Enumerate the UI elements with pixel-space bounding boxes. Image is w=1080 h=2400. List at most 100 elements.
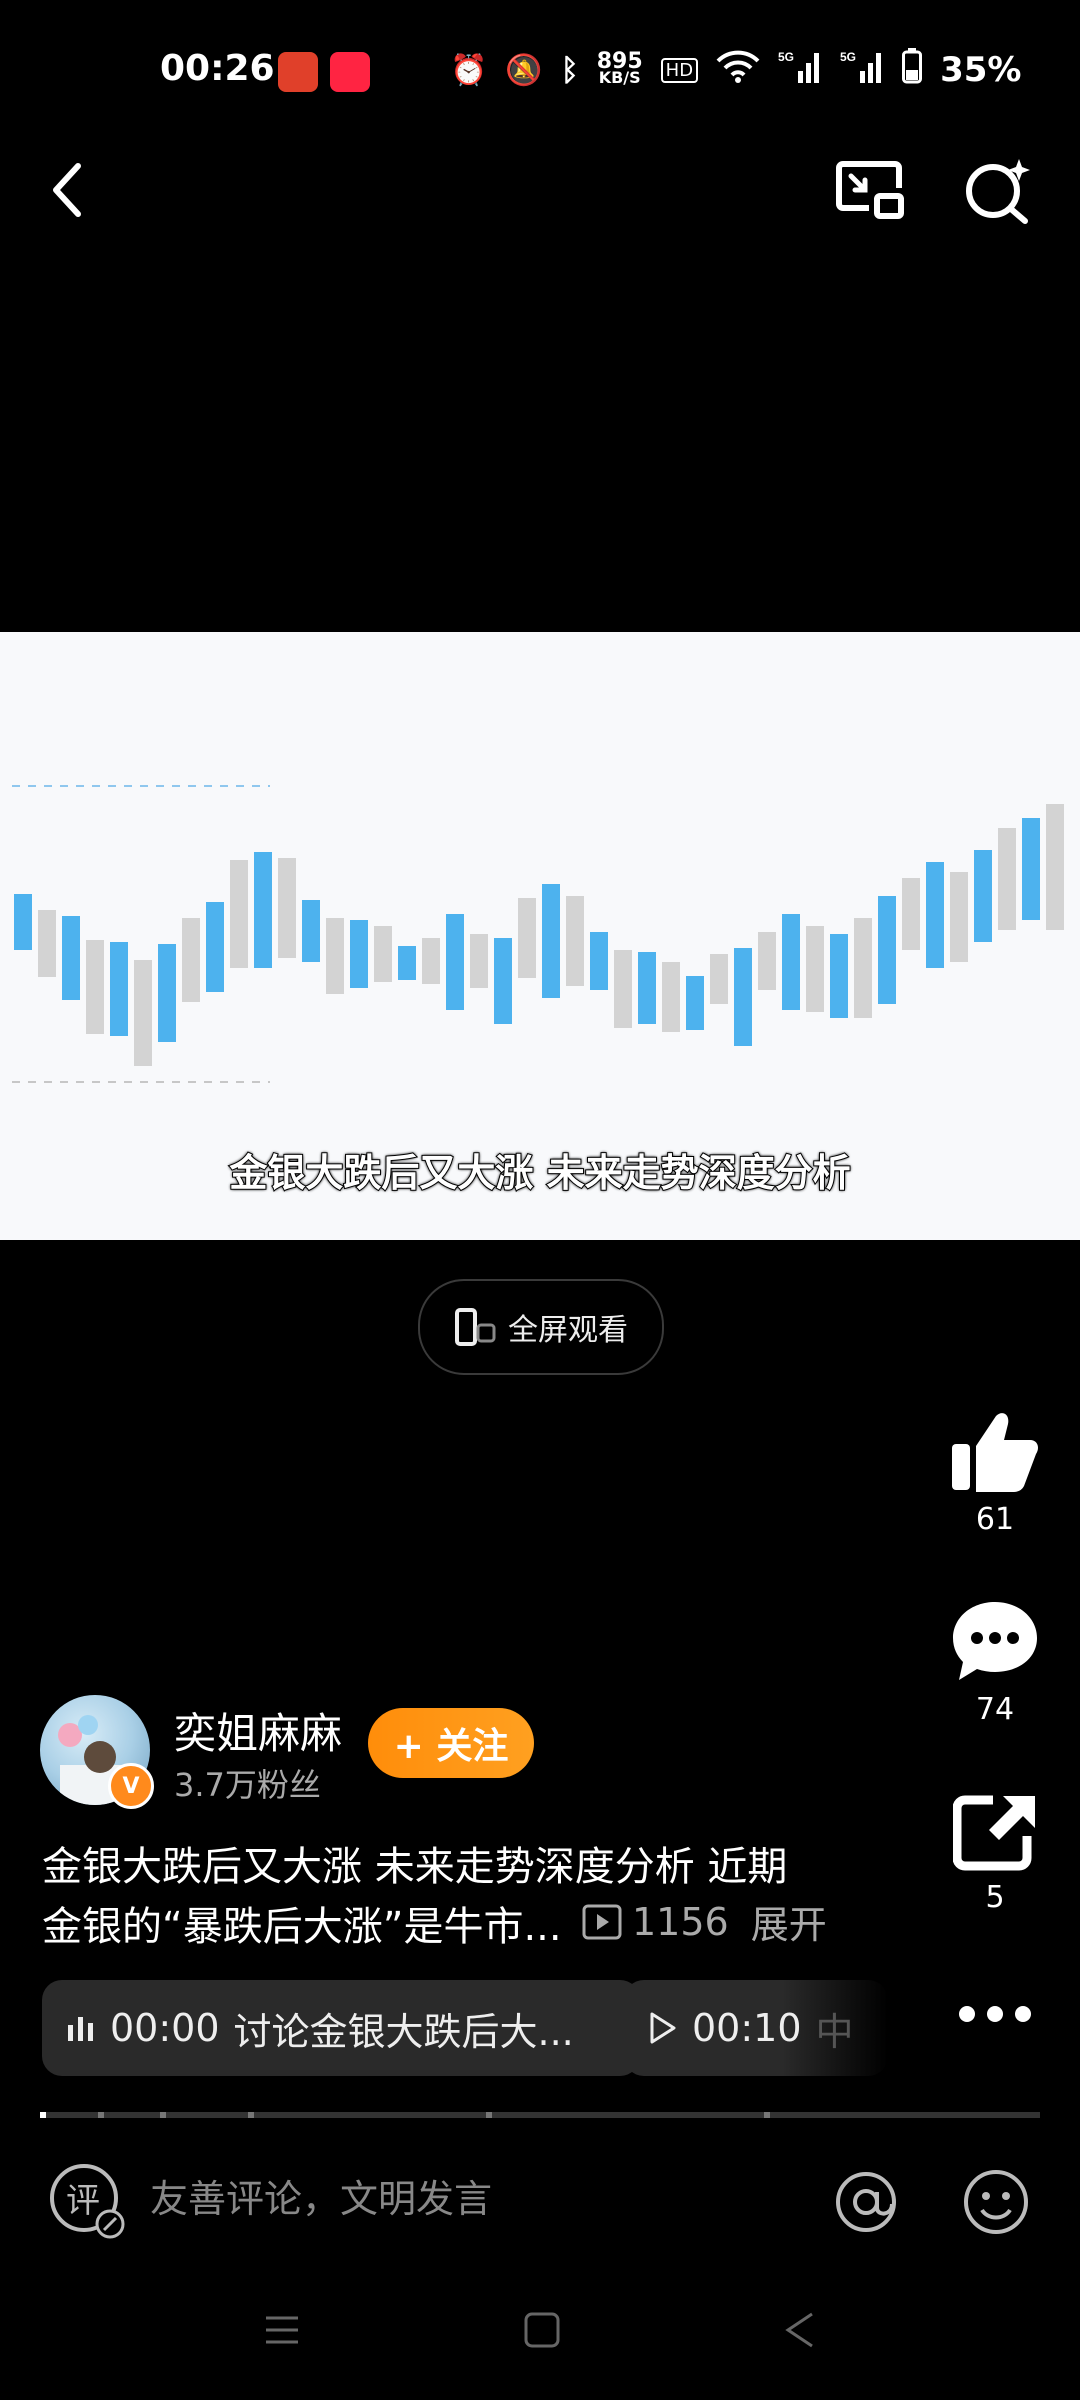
candle-bar	[86, 940, 104, 1034]
share-button[interactable]: 5	[940, 1794, 1050, 1915]
comment-count: 74	[975, 1692, 1015, 1727]
picture-in-picture-button[interactable]	[830, 150, 910, 230]
candle-bar	[542, 884, 560, 998]
candle-bar	[134, 960, 152, 1066]
search-sparkle-icon	[966, 159, 1030, 224]
signal-5g-icon-1: 5G	[778, 49, 822, 91]
candle-bar	[422, 938, 440, 984]
back-button[interactable]	[26, 150, 106, 230]
description-line-1[interactable]: 金银大跌后又大涨 未来走势深度分析 近期	[42, 1834, 787, 1892]
hd-icon: HD	[660, 57, 699, 83]
mention-button[interactable]	[834, 2170, 898, 2238]
play-count: 1156	[632, 1899, 729, 1944]
candle-bar	[974, 850, 992, 942]
comment-edit-icon: 评	[50, 2164, 125, 2239]
candle-bar	[686, 976, 704, 1030]
more-dots-icon	[959, 2006, 1031, 2022]
chapter-chip-1[interactable]: 00:00 讨论金银大跌后大...	[42, 1980, 640, 2076]
candle-bar	[254, 852, 272, 968]
author-name[interactable]: 奕姐麻麻	[174, 1700, 342, 1761]
candle-bar	[806, 926, 824, 1012]
candle-bar	[302, 900, 320, 962]
chapter-chip-2[interactable]: 00:10 中	[624, 1980, 888, 2076]
comment-button[interactable]: 74	[940, 1598, 1050, 1727]
smiley-icon	[964, 2170, 1028, 2234]
candle-bar	[830, 934, 848, 1018]
status-icons: ⏰ 🔕 ᛒ 895 KB/S HD 5G 5G 35%	[450, 48, 1021, 92]
thumbs-up-icon	[952, 1413, 1038, 1492]
candle-bar	[62, 916, 80, 1000]
candle-bar	[926, 862, 944, 968]
candle-bar	[398, 946, 416, 980]
candle-bar	[590, 932, 608, 990]
pip-icon	[836, 161, 904, 219]
candle-bar	[206, 902, 224, 992]
comment-bubble-icon	[953, 1602, 1037, 1680]
verified-badge-icon: V	[108, 1763, 154, 1809]
status-time: 00:26	[160, 48, 275, 89]
author-fans: 3.7万粉丝	[174, 1766, 321, 1804]
at-icon	[836, 2172, 896, 2232]
battery-icon	[902, 48, 923, 92]
candle-bar	[494, 938, 512, 1024]
candle-bar	[350, 920, 368, 988]
nav-home-button[interactable]	[522, 2310, 562, 2354]
video-progress-bar[interactable]	[40, 2112, 1040, 2118]
candle-bar	[566, 896, 584, 986]
chapter-2-title: 中	[815, 2009, 854, 2054]
more-button[interactable]	[940, 2002, 1050, 2030]
nav-menu-button[interactable]	[262, 2310, 302, 2354]
candle-bar	[758, 932, 776, 990]
comment-compose-button[interactable]: 评	[48, 2162, 128, 2242]
emoji-button[interactable]	[962, 2168, 1030, 2240]
nav-back-button[interactable]	[780, 2310, 820, 2354]
expand-link[interactable]: 展开	[751, 1894, 827, 1949]
ai-search-button[interactable]	[958, 150, 1038, 230]
candle-bar	[446, 914, 464, 1010]
video-player[interactable]: 金银大跌后又大涨 未来走势深度分析	[0, 632, 1080, 1240]
candle-bar	[38, 910, 56, 977]
candle-bar	[878, 896, 896, 1004]
candle-bar	[518, 898, 536, 978]
candle-bar	[14, 894, 32, 950]
audio-bars-icon	[68, 2017, 93, 2041]
video-subtitle: 金银大跌后又大涨 未来走势深度分析	[228, 1150, 851, 1196]
candle-bar	[710, 954, 728, 1004]
candle-bar	[782, 914, 800, 1010]
play-count-icon	[582, 1904, 622, 1939]
candle-bar	[182, 918, 200, 1002]
candle-bar	[230, 860, 248, 968]
like-count: 61	[975, 1502, 1015, 1537]
wifi-icon	[716, 49, 760, 91]
signal-5g-icon-2: 5G	[840, 49, 884, 91]
description-line-2[interactable]: 金银的“暴跌后大涨”是牛市...	[42, 1894, 562, 1952]
like-button[interactable]: 61	[940, 1410, 1050, 1537]
svg-text:5G: 5G	[778, 50, 794, 64]
candle-bar	[734, 948, 752, 1046]
svg-text:评: 评	[66, 2181, 100, 2221]
comment-input[interactable]: 友善评论，文明发言	[150, 2168, 492, 2223]
mute-icon: 🔕	[505, 52, 543, 88]
net-speed: 895 KB/S	[596, 49, 643, 87]
share-count: 5	[985, 1880, 1005, 1915]
play-icon	[650, 2012, 676, 2044]
candle-bar	[110, 942, 128, 1036]
chapter-1-title: 讨论金银大跌后大...	[233, 2009, 574, 2054]
fullscreen-label: 全屏观看	[508, 1313, 628, 1348]
notification-app-icon	[278, 52, 318, 92]
follow-button[interactable]: + 关注	[368, 1708, 534, 1778]
status-bar: 00:26 ⏰ 🔕 ᛒ 895 KB/S HD 5G 5G 35%	[0, 0, 1080, 140]
menu-icon	[266, 2316, 298, 2344]
candle-bar	[662, 962, 680, 1032]
candle-bar	[950, 872, 968, 962]
candle-bar	[326, 918, 344, 994]
candle-bar	[470, 934, 488, 988]
fullscreen-button[interactable]: 全屏观看	[418, 1279, 664, 1375]
share-icon	[952, 1795, 1035, 1871]
description-meta: 1156 展开	[582, 1894, 827, 1949]
svg-text:5G: 5G	[840, 50, 856, 64]
battery-percent: 35%	[940, 50, 1022, 90]
candle-bar	[854, 918, 872, 1018]
candle-bar	[1046, 804, 1064, 930]
back-triangle-icon	[785, 2312, 813, 2348]
